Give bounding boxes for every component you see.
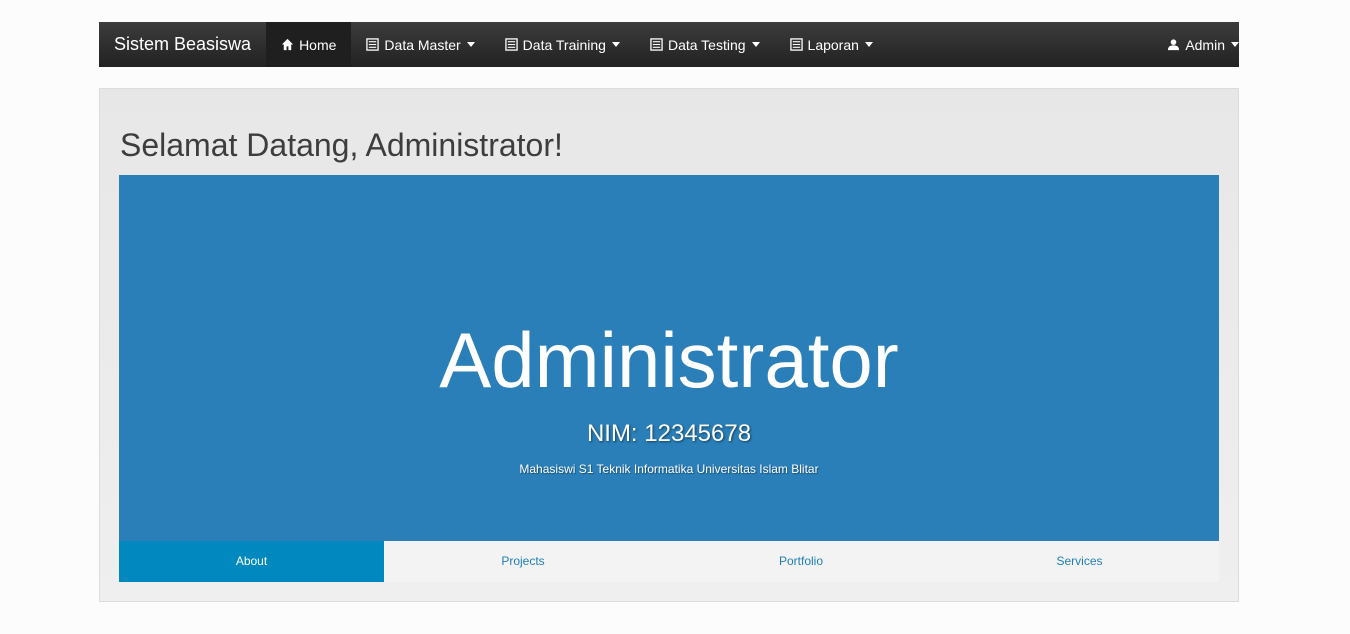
caret-down-icon	[864, 42, 873, 47]
nav-item-data-testing[interactable]: Data Testing	[635, 22, 775, 67]
list-icon	[789, 38, 803, 51]
tab-services[interactable]: Services	[940, 541, 1219, 582]
nav-item-label: Data Training	[522, 36, 606, 53]
nav-item-home[interactable]: Home	[266, 22, 352, 67]
tab-about[interactable]: About	[119, 541, 384, 582]
user-menu-label: Admin	[1185, 36, 1225, 53]
list-icon	[366, 38, 380, 51]
main-nav: Home Data Master Data Training Data Test…	[266, 22, 888, 67]
nav-item-laporan[interactable]: Laporan	[775, 22, 888, 67]
caret-down-icon	[1231, 42, 1239, 47]
top-navbar: Sistem Beasiswa Home Data Master Data Tr…	[99, 22, 1239, 67]
caret-down-icon	[751, 42, 760, 47]
nav-item-data-training[interactable]: Data Training	[490, 22, 635, 67]
home-icon	[281, 38, 294, 51]
jumbotron: Selamat Datang, Administrator! Administr…	[99, 88, 1239, 602]
profile-hero: Administrator NIM: 12345678 Mahasiswi S1…	[119, 175, 1219, 541]
list-icon	[650, 38, 663, 51]
brand-link[interactable]: Sistem Beasiswa	[99, 22, 266, 67]
nav-item-label: Laporan	[807, 36, 859, 53]
list-icon	[504, 38, 518, 51]
profile-name: Administrator	[439, 316, 899, 404]
caret-down-icon	[466, 42, 475, 47]
caret-down-icon	[611, 42, 620, 47]
profile-nim: NIM: 12345678	[586, 420, 752, 447]
page-title: Selamat Datang, Administrator!	[120, 127, 563, 163]
nav-item-label: Home	[299, 36, 337, 53]
nav-item-label: Data Master	[384, 36, 461, 53]
tab-portfolio[interactable]: Portfolio	[662, 541, 940, 582]
user-menu[interactable]: Admin	[1152, 22, 1239, 67]
profile-tabs: About Projects Portfolio Services	[119, 541, 1219, 582]
tab-projects[interactable]: Projects	[384, 541, 662, 582]
profile-description: Mahasiswi S1 Teknik Informatika Universi…	[519, 462, 819, 476]
nav-item-label: Data Testing	[667, 36, 746, 53]
user-icon	[1168, 39, 1180, 51]
nav-item-data-master[interactable]: Data Master	[351, 22, 489, 67]
